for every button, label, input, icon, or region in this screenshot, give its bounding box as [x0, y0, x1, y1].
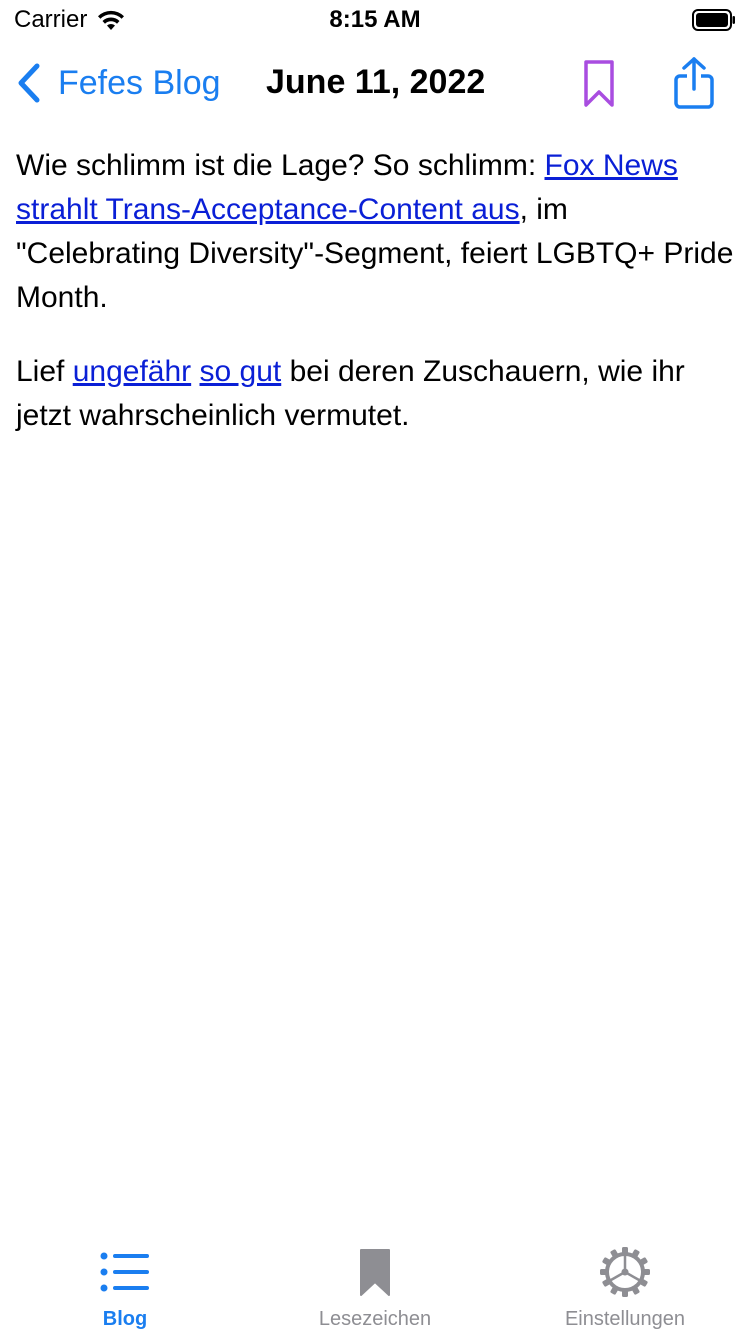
- bookmark-outline-icon[interactable]: [580, 58, 618, 110]
- back-button[interactable]: Fefes Blog: [16, 62, 221, 104]
- tab-blog[interactable]: Blog: [0, 1236, 250, 1334]
- bookmark-filled-icon: [349, 1246, 401, 1298]
- screen: Carrier 8:15 AM Fefes Blog June 11, 2022: [0, 0, 750, 1334]
- back-button-label: Fefes Blog: [58, 63, 221, 102]
- gear-icon: [599, 1246, 651, 1298]
- post-paragraph: Wie schlimm ist die Lage? So schlimm: Fo…: [16, 144, 734, 320]
- tab-einstellungen[interactable]: Einstellungen: [500, 1236, 750, 1334]
- ungefaehr-link[interactable]: ungefähr: [73, 355, 191, 388]
- post-content: Wie schlimm ist die Lage? So schlimm: Fo…: [16, 144, 734, 468]
- battery-full-icon: [692, 9, 735, 31]
- page-title: June 11, 2022: [266, 63, 486, 101]
- status-bar: Carrier 8:15 AM: [0, 0, 750, 40]
- paragraph-text: Wie schlimm ist die Lage? So schlimm:: [16, 149, 545, 182]
- post-paragraph: Lief ungefähr so gut bei deren Zuschauer…: [16, 350, 734, 438]
- navigation-bar: Fefes Blog June 11, 2022: [0, 40, 750, 128]
- tab-bar: Blog Lesezeichen Einstellungen: [0, 1236, 750, 1334]
- tab-label: Einstellungen: [564, 1308, 686, 1330]
- clock: 8:15 AM: [329, 6, 421, 33]
- share-icon[interactable]: [672, 56, 716, 110]
- paragraph-text: [191, 355, 199, 388]
- paragraph-text: Lief: [16, 355, 73, 388]
- tab-label: Lesezeichen: [318, 1308, 432, 1330]
- so-gut-link[interactable]: so gut: [200, 355, 282, 388]
- tab-lesezeichen[interactable]: Lesezeichen: [250, 1236, 500, 1334]
- list-icon: [99, 1246, 151, 1298]
- tab-label: Blog: [102, 1308, 148, 1330]
- chevron-left-icon: [18, 63, 40, 103]
